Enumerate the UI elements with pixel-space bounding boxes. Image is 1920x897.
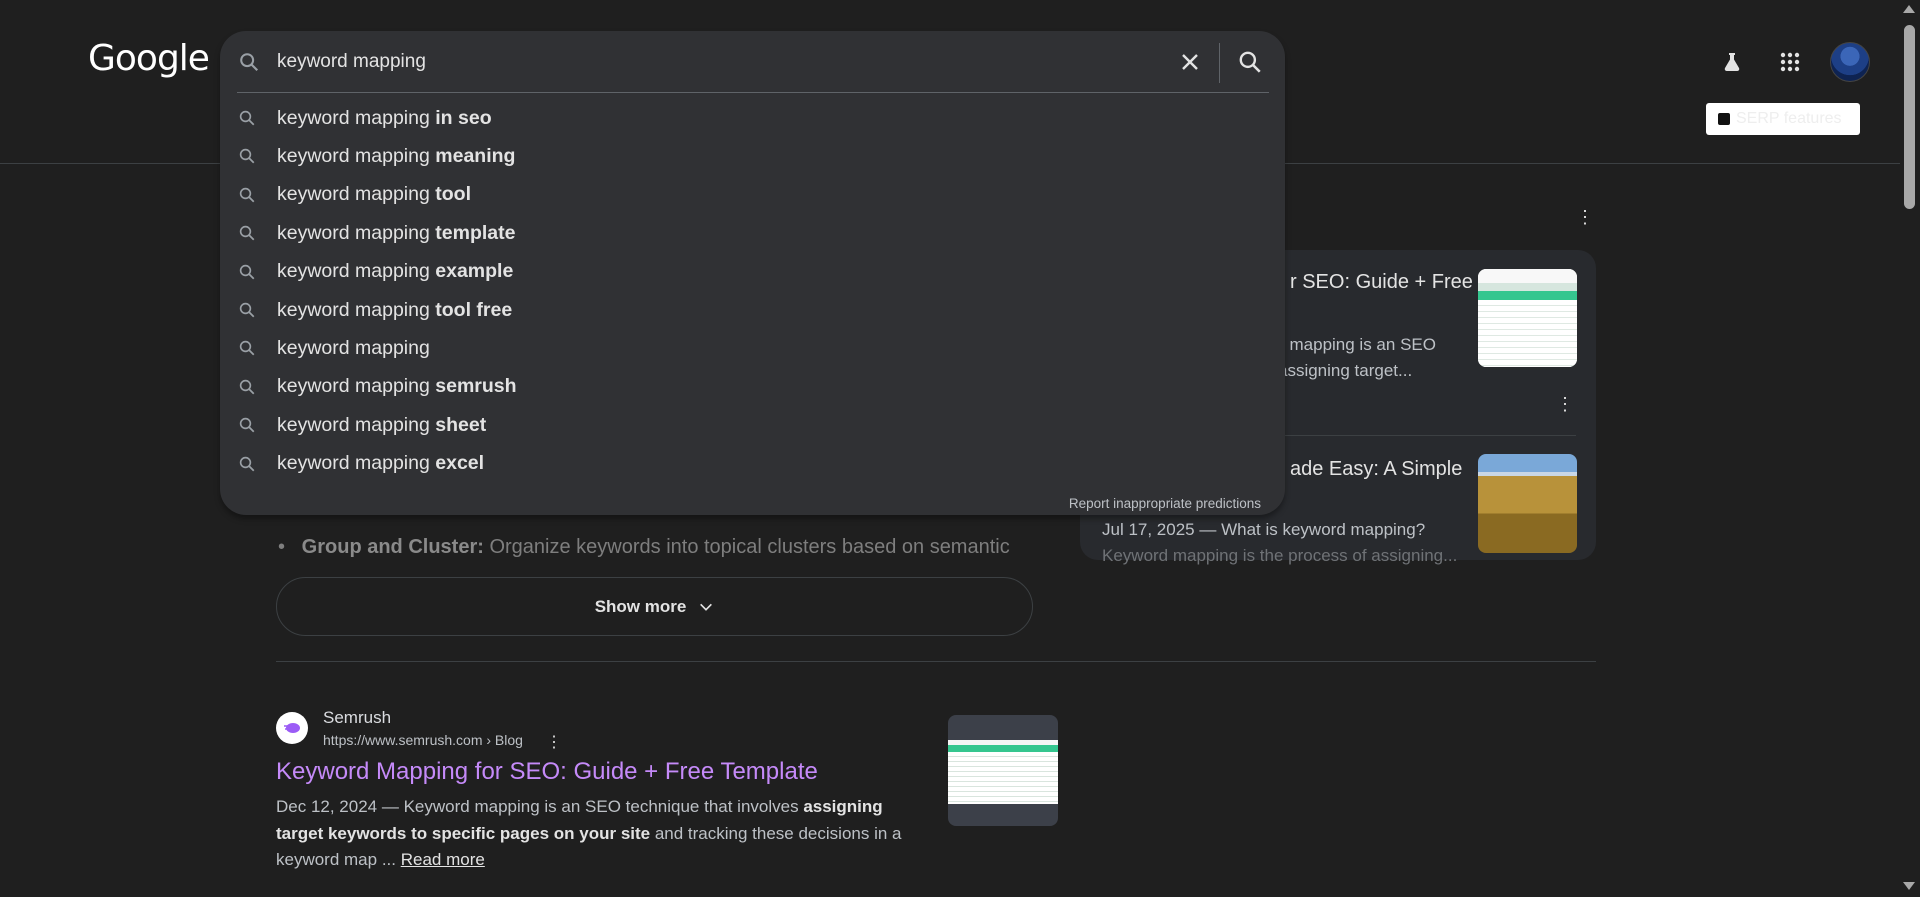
suggestion-base: keyword mapping <box>277 298 430 321</box>
scroll-down-arrow-icon[interactable] <box>1903 882 1915 890</box>
suggestion-base: keyword mapping <box>277 183 430 206</box>
suggestion-base: keyword mapping <box>277 260 430 283</box>
search-icon <box>239 225 255 241</box>
semrush-favicon[interactable] <box>276 712 308 744</box>
show-more-button[interactable]: Show more <box>276 577 1033 636</box>
suggestion-label: keyword mapping meaning <box>277 145 515 168</box>
suggestion-completion: template <box>435 221 516 244</box>
search-input[interactable]: keyword mapping <box>277 51 426 73</box>
snippet-part1: — Keyword mapping is an SEO technique th… <box>377 797 804 816</box>
suggestion-completion: meaning <box>435 144 516 167</box>
bullet-item: • Group and Cluster: Organize keywords i… <box>278 536 1010 558</box>
suggestion-completion: example <box>435 260 514 283</box>
suggestion-item[interactable]: keyword mapping template <box>220 214 1285 252</box>
suggestion-label: keyword mapping tool free <box>277 299 512 322</box>
card2-title[interactable]: ade Easy: A Simple <box>1290 458 1462 481</box>
checkbox-icon <box>1718 113 1730 125</box>
card1-snippet-line2: assigning target... <box>1278 361 1413 380</box>
bullet-text: Organize keywords into topical clusters … <box>483 536 1010 558</box>
suggestion-completion: semrush <box>435 375 517 398</box>
serp-features-label: SERP features <box>1736 110 1842 127</box>
search-submit-icon[interactable] <box>1237 49 1263 75</box>
result-site-name[interactable]: Semrush <box>323 708 391 728</box>
suggestion-label: keyword mapping tool <box>277 183 471 206</box>
suggestion-base: keyword mapping <box>277 106 430 129</box>
suggestion-base: keyword mapping <box>277 375 430 398</box>
result-title-link[interactable]: Keyword Mapping for SEO: Guide + Free Te… <box>276 758 818 786</box>
google-logo[interactable]: Google <box>88 38 210 79</box>
suggestion-label: keyword mapping sheet <box>277 414 486 437</box>
suggestion-label: keyword mapping <box>277 337 430 360</box>
suggestion-base: keyword mapping <box>277 144 430 167</box>
chevron-down-icon <box>700 603 713 611</box>
suggestion-item[interactable]: keyword mapping excel <box>220 445 1285 483</box>
search-icon <box>239 417 255 433</box>
result-thumbnail[interactable] <box>948 715 1058 826</box>
scroll-up-arrow-icon[interactable] <box>1903 5 1915 13</box>
read-more-link[interactable]: Read more <box>401 850 485 869</box>
labs-flask-icon[interactable] <box>1712 42 1752 82</box>
suggestion-item[interactable]: keyword mapping <box>220 329 1285 367</box>
clear-close-icon[interactable] <box>1178 50 1202 74</box>
serp-features-button[interactable]: SERP features <box>1706 103 1860 135</box>
report-predictions-link[interactable]: Report inappropriate predictions <box>1069 496 1261 511</box>
search-box[interactable]: keyword mapping <box>220 31 1285 93</box>
search-icon <box>239 456 255 471</box>
suggestion-label: keyword mapping template <box>277 222 515 245</box>
section-divider <box>276 661 1596 662</box>
search-box-divider <box>237 92 1269 93</box>
suggestion-item[interactable]: keyword mapping semrush <box>220 368 1285 406</box>
suggestion-item[interactable]: keyword mapping in seo <box>220 99 1285 137</box>
result-url[interactable]: https://www.semrush.com › Blog <box>323 732 523 748</box>
suggestion-completion: in seo <box>435 106 492 129</box>
card1-more-icon[interactable]: ⋮ <box>1553 392 1577 416</box>
show-more-label: Show more <box>594 596 687 616</box>
search-suggestions-dropdown: keyword mapping keyword mapping in seo ke… <box>220 31 1285 515</box>
card1-thumbnail[interactable] <box>1478 269 1577 367</box>
apps-grid-icon[interactable] <box>1770 42 1810 82</box>
account-avatar[interactable] <box>1830 42 1870 82</box>
suggestion-base: keyword mapping <box>277 413 430 436</box>
suggestion-completion: sheet <box>435 413 487 436</box>
card2-date: Jul 17, 2025 — What is keyword mapping? <box>1102 520 1426 539</box>
suggestion-item[interactable]: keyword mapping example <box>220 253 1285 291</box>
suggestion-label: keyword mapping example <box>277 260 513 283</box>
result-snippet: Dec 12, 2024 — Keyword mapping is an SEO… <box>276 794 926 874</box>
card1-snippet-line1: l mapping is an SEO <box>1281 335 1436 354</box>
suggestion-completion: tool <box>435 183 471 206</box>
suggestion-completion: excel <box>435 452 485 475</box>
suggestion-completion: tool free <box>435 298 513 321</box>
card2-thumbnail[interactable] <box>1478 454 1577 553</box>
suggestion-item[interactable]: keyword mapping sheet <box>220 406 1285 444</box>
suggestion-label: keyword mapping semrush <box>277 375 517 398</box>
search-icon <box>239 187 255 203</box>
search-icon <box>239 264 255 279</box>
suggestion-item[interactable]: keyword mapping tool free <box>220 291 1285 329</box>
more-vert-icon[interactable]: ⋮ <box>1573 205 1597 229</box>
card2-snippet: Keyword mapping is the process of assign… <box>1102 546 1458 565</box>
card1-title[interactable]: r SEO: Guide + Free <box>1290 271 1473 294</box>
suggestion-label: keyword mapping excel <box>277 452 484 475</box>
search-icon <box>240 53 259 72</box>
suggestion-item[interactable]: keyword mapping tool <box>220 176 1285 214</box>
scrollbar-thumb[interactable] <box>1904 25 1915 209</box>
search-box-separator <box>1219 43 1220 83</box>
result-more-icon[interactable]: ⋮ <box>542 730 566 754</box>
suggestion-base: keyword mapping <box>277 452 430 475</box>
search-icon <box>239 341 255 356</box>
search-icon <box>239 302 255 318</box>
search-icon <box>239 110 255 126</box>
search-icon <box>239 379 255 395</box>
result-date: Dec 12, 2024 <box>276 797 378 816</box>
suggestion-base: keyword mapping <box>277 221 430 244</box>
suggestion-item[interactable]: keyword mapping meaning <box>220 137 1285 175</box>
suggestion-base: keyword mapping <box>277 336 430 359</box>
suggestion-label: keyword mapping in seo <box>277 107 492 130</box>
bullet-bold: Group and Cluster: <box>301 536 484 558</box>
search-icon <box>239 149 255 164</box>
